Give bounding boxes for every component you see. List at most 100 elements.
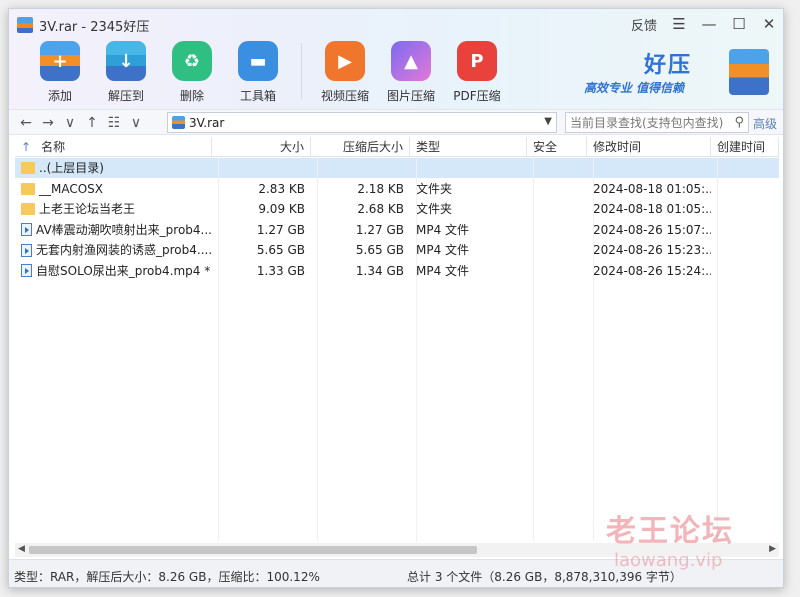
created-cell	[711, 240, 779, 260]
folder-icon	[21, 162, 35, 174]
video-file-icon	[21, 243, 32, 257]
size-cell: 1.27 GB	[256, 222, 305, 237]
modified-cell: 2024-08-18 01:05:...	[593, 181, 711, 196]
image-icon: ▲	[391, 41, 431, 81]
video-file-icon	[21, 223, 32, 236]
extract-label: 解压到	[107, 89, 144, 103]
window-controls: 反馈 ☰ — ☐ ✕	[631, 13, 777, 35]
image-compress-button[interactable]: ▲ 图片压缩	[378, 39, 444, 105]
type-cell: MP4 文件	[416, 222, 470, 237]
packed-size-cell: 2.68 KB	[357, 202, 404, 216]
nav-buttons: ← → ∨ ↑ ☷ ∨	[19, 113, 143, 133]
type-cell: MP4 文件	[416, 263, 470, 278]
security-cell	[527, 158, 587, 178]
column-divider	[533, 157, 534, 541]
advanced-search-link[interactable]: 高级	[753, 115, 777, 132]
security-cell	[527, 261, 587, 281]
window-title: 3V.rar - 2345好压	[39, 19, 150, 35]
status-archive-info: 类型：RAR，解压后大小：8.26 GB，压缩比：100.12%	[14, 570, 320, 584]
add-button[interactable]: + 添加	[27, 39, 93, 105]
feedback-link[interactable]: 反馈	[631, 15, 657, 34]
brand: 好压 高效专业 值得信赖	[584, 47, 769, 103]
search-input[interactable]: 当前目录查找(支持包内查找) ⚲	[565, 112, 749, 133]
video-compress-button[interactable]: ▶ 视频压缩	[312, 39, 378, 105]
toolbar: + 添加 ↓ 解压到 ♻ 删除 ▬ 工具箱 ▶ 视频压缩 ▲ 图片压缩 P PD…	[27, 39, 510, 105]
path-input[interactable]: 3V.rar ▼	[167, 112, 557, 133]
delete-label: 删除	[179, 89, 204, 103]
pdf-compress-label: PDF压缩	[453, 89, 501, 103]
table-row[interactable]: 自慰SOLO尿出来_prob4.mp4 * 1.33 GB 1.34 GB MP4 文…	[15, 261, 779, 281]
archive-icon	[172, 116, 185, 129]
search-icon[interactable]: ⚲	[734, 115, 744, 130]
size-cell: 1.33 GB	[256, 263, 305, 278]
pdf-compress-button[interactable]: P PDF压缩	[444, 39, 510, 105]
path-dropdown-icon[interactable]: ▼	[544, 116, 552, 127]
folder-icon	[21, 182, 35, 195]
table-row[interactable]: ..(上层目录)	[15, 158, 779, 178]
back-arrow-icon[interactable]: ←	[19, 115, 33, 131]
maximize-icon[interactable]: ☐	[731, 15, 747, 33]
created-cell	[711, 179, 779, 199]
toolbox-button[interactable]: ▬ 工具箱	[225, 39, 291, 105]
status-total-info: 总计 3 个文件（8.26 GB，8,878,310,396 字节）	[407, 570, 682, 584]
video-compress-label: 视频压缩	[320, 89, 369, 103]
up-arrow-icon[interactable]: ↑	[85, 115, 99, 131]
type-cell: 文件夹	[416, 202, 453, 216]
created-cell	[711, 199, 779, 219]
view-mode-dropdown-icon[interactable]: ∨	[129, 115, 143, 131]
table-row[interactable]: __MACOSX 2.83 KB 2.18 KB 文件夹 2024-08-18 01:0…	[15, 179, 779, 199]
brand-name: 好压	[644, 53, 693, 78]
modified-cell	[587, 158, 711, 178]
created-cell	[711, 158, 779, 178]
name-cell: AV棒震动潮吹喷射出来_prob4...	[15, 220, 212, 240]
security-cell	[527, 179, 587, 199]
size-cell: 9.09 KB	[258, 202, 305, 216]
add-label: 添加	[47, 89, 72, 103]
scrollbar-thumb[interactable]	[29, 546, 477, 554]
column-size[interactable]: 大小	[212, 137, 311, 157]
extract-button[interactable]: ↓ 解压到	[93, 39, 159, 105]
column-modified[interactable]: 修改时间	[587, 137, 711, 157]
name-cell: 自慰SOLO尿出来_prob4.mp4 *	[15, 261, 212, 281]
add-icon: +	[40, 41, 80, 81]
column-divider	[317, 157, 318, 541]
folder-icon	[21, 203, 35, 215]
path-text: 3V.rar	[189, 115, 225, 130]
forward-arrow-icon[interactable]: →	[41, 115, 55, 131]
recycle-icon: ♻	[172, 41, 212, 81]
size-cell	[212, 158, 311, 178]
column-divider	[218, 157, 219, 541]
toolbox-label: 工具箱	[239, 89, 276, 103]
table-row[interactable]: AV棒震动潮吹喷射出来_prob4... 1.27 GB 1.27 GB MP4 文件…	[15, 220, 779, 240]
column-type[interactable]: 类型	[410, 137, 527, 157]
menu-icon[interactable]: ☰	[671, 15, 687, 33]
history-dropdown-icon[interactable]: ∨	[63, 115, 77, 131]
column-divider	[416, 157, 417, 541]
sort-arrow-icon: ↑	[21, 140, 32, 154]
toolbox-icon: ▬	[238, 41, 278, 81]
name-cell: __MACOSX	[15, 179, 212, 199]
column-packed-size[interactable]: 压缩后大小	[311, 137, 410, 157]
modified-cell: 2024-08-26 15:07:...	[593, 222, 711, 237]
close-icon[interactable]: ✕	[761, 15, 777, 33]
table-row[interactable]: 上老王论坛当老王 9.09 KB 2.68 KB 文件夹 2024-08-18 01:0…	[15, 199, 779, 219]
video-file-icon	[21, 264, 32, 277]
view-mode-icon[interactable]: ☷	[107, 115, 121, 131]
horizontal-scrollbar[interactable]: ◀ ▶	[15, 543, 779, 557]
security-cell	[527, 240, 587, 260]
scroll-left-icon[interactable]: ◀	[18, 544, 25, 554]
column-created[interactable]: 创建时间	[711, 137, 779, 157]
extract-icon: ↓	[106, 41, 146, 81]
header: 3V.rar - 2345好压 反馈 ☰ — ☐ ✕ + 添加 ↓ 解压到 ♻ …	[9, 9, 783, 109]
column-name[interactable]: ↑ 名称	[15, 137, 212, 157]
column-security[interactable]: 安全	[527, 137, 587, 157]
table-row[interactable]: 无套内射渔网装的诱惑_prob4.... 5.65 GB 5.65 GB MP4 文件…	[15, 240, 779, 260]
created-cell	[711, 261, 779, 281]
scroll-right-icon[interactable]: ▶	[769, 544, 776, 554]
file-list: ↑ 名称 大小 压缩后大小 类型 安全 修改时间 创建时间 ..(上层目录) __M…	[15, 137, 779, 541]
delete-button[interactable]: ♻ 删除	[159, 39, 225, 105]
minimize-icon[interactable]: —	[701, 15, 717, 33]
name-cell: 上老王论坛当老王	[15, 199, 212, 219]
app-logo-icon	[17, 17, 33, 33]
type-cell: MP4 文件	[416, 243, 470, 257]
